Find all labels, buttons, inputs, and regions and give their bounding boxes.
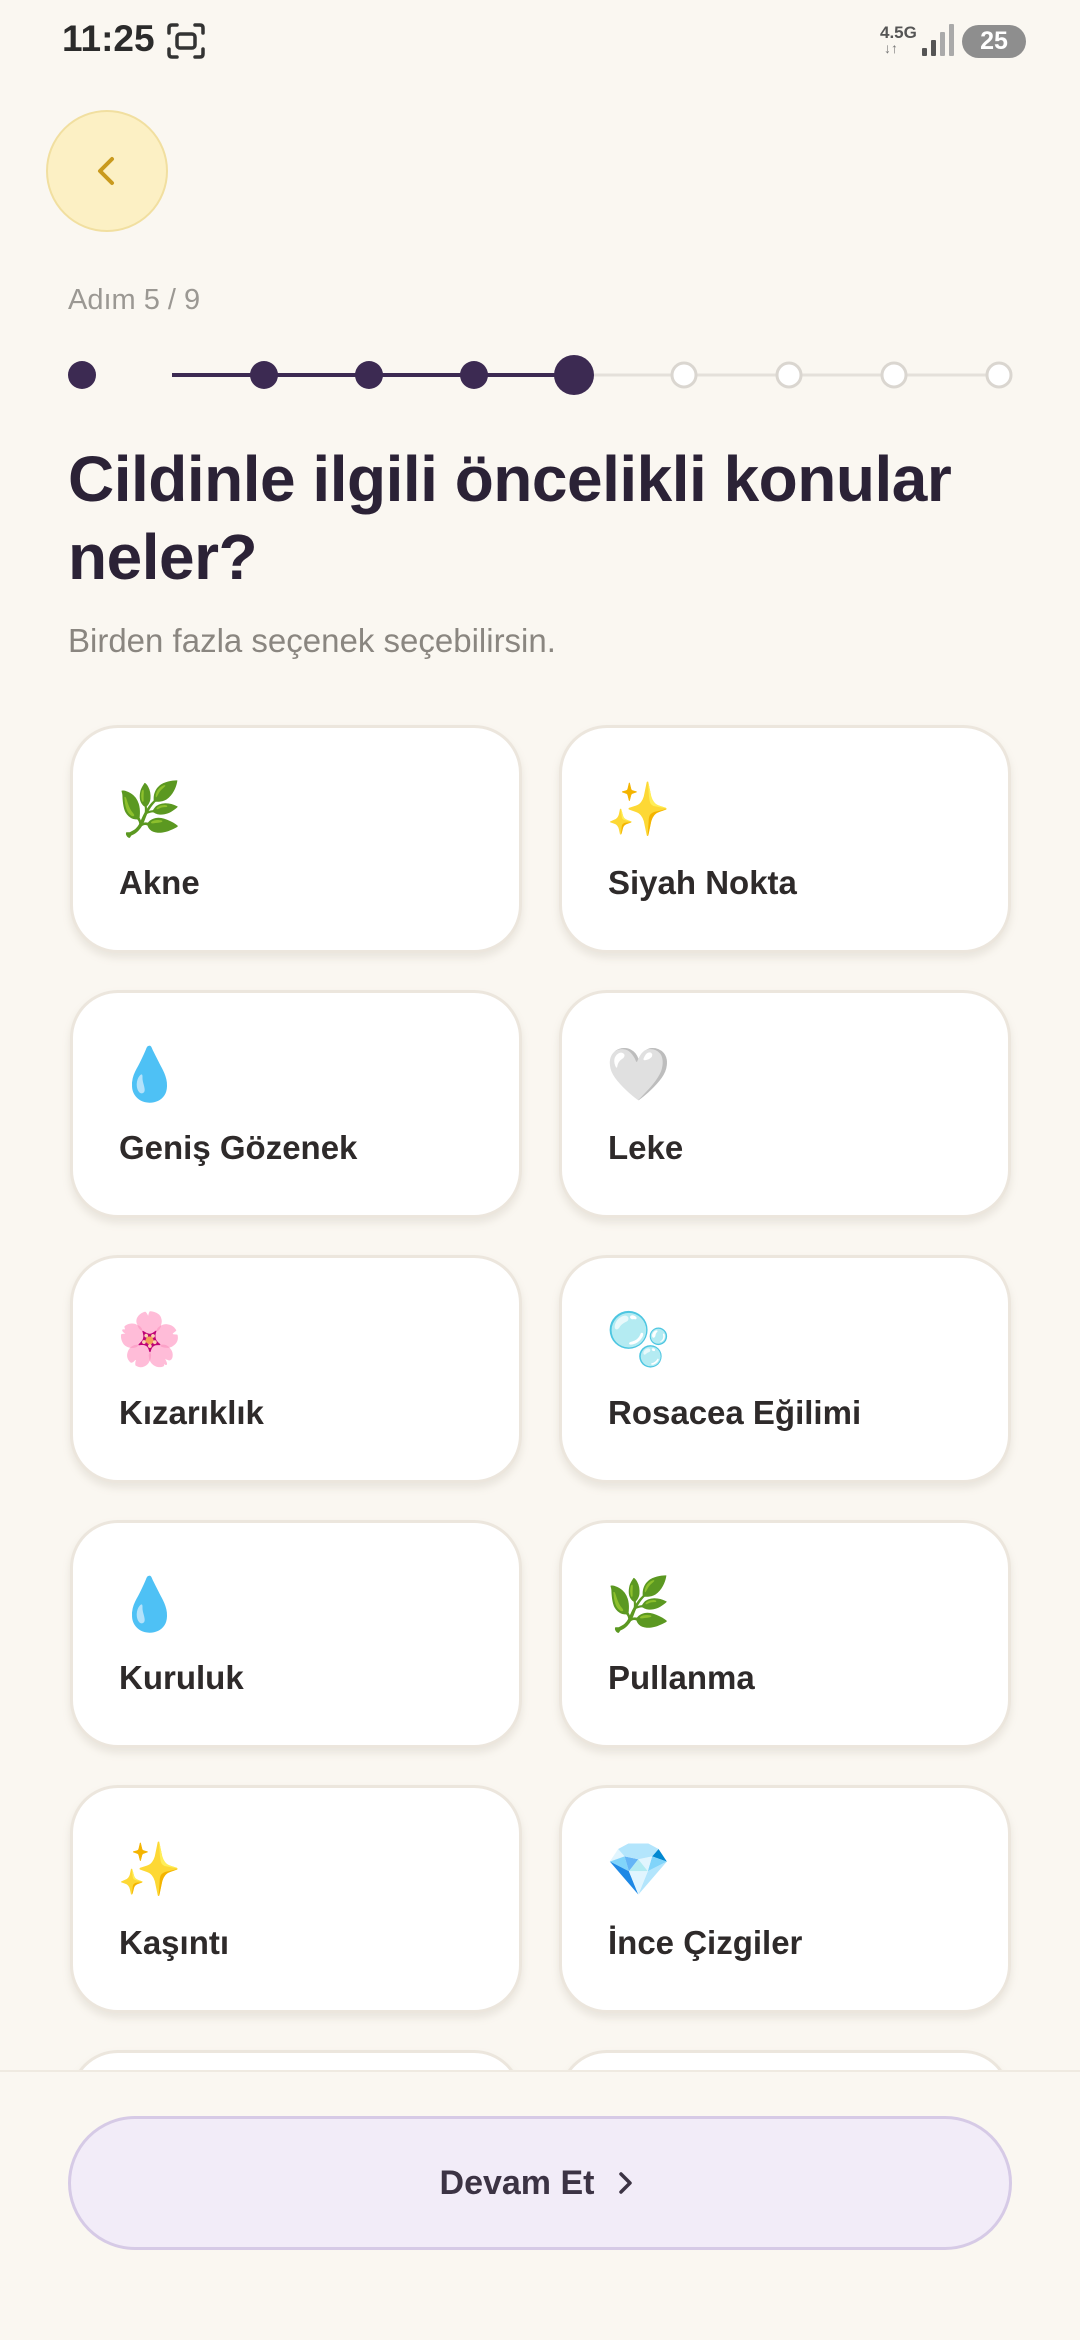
- page-title: Cildinle ilgili öncelikli konular neler?: [68, 443, 952, 593]
- step-label: Adım 5 / 9: [68, 284, 201, 316]
- option-card[interactable]: 🫧 Rosacea Eğilimi: [559, 1255, 1011, 1483]
- option-card[interactable]: [70, 2050, 522, 2070]
- option-card[interactable]: 💧 Geniş Gözenek: [70, 990, 522, 1218]
- chevron-right-icon: [619, 2172, 633, 2194]
- progress-dot-complete: [68, 361, 96, 389]
- chevron-left-icon: [98, 157, 114, 185]
- step-progress: [68, 355, 1013, 395]
- progress-dot-current: [554, 355, 594, 395]
- option-card[interactable]: 💧 Kuruluk: [70, 1520, 522, 1748]
- option-emoji-icon: ✨: [117, 1841, 182, 1899]
- option-emoji-icon: 🌿: [606, 1576, 671, 1634]
- option-label: Kaşıntı: [119, 1924, 230, 1961]
- progress-dot-complete: [250, 361, 278, 389]
- progress-dot-complete: [460, 361, 488, 389]
- page-subtitle: Birden fazla seçenek seçebilirsin.: [68, 622, 556, 659]
- option-label: Kızarıklık: [119, 1394, 264, 1431]
- progress-dot-complete: [355, 361, 383, 389]
- option-card[interactable]: [559, 2050, 1011, 2070]
- progress-dot-pending: [670, 361, 698, 389]
- option-label: Pullanma: [608, 1659, 755, 1696]
- option-card[interactable]: 🌸 Kızarıklık: [70, 1255, 522, 1483]
- option-label: Rosacea Eğilimi: [608, 1394, 862, 1431]
- bottom-bar: Devam Et: [0, 2070, 1080, 2340]
- onboarding-screen: 11:25 4.5G ↓↑ 25 🌿 Akne ✨ Siyah Nokta 💧 Geniş…: [0, 0, 1080, 2340]
- option-card[interactable]: ✨ Siyah Nokta: [559, 725, 1011, 953]
- option-emoji-icon: ✨: [606, 781, 671, 839]
- continue-label: Devam Et: [439, 2163, 595, 2202]
- option-emoji-icon: 🌿: [117, 781, 182, 839]
- back-button[interactable]: [46, 110, 168, 232]
- progress-dot-pending: [775, 361, 803, 389]
- option-label: Siyah Nokta: [608, 864, 797, 901]
- option-label: İnce Çizgiler: [608, 1924, 803, 1961]
- option-emoji-icon: 💧: [117, 1046, 182, 1104]
- option-card[interactable]: ✨ Kaşıntı: [70, 1785, 522, 2013]
- option-emoji-icon: 🤍: [606, 1046, 671, 1104]
- option-label: Geniş Gözenek: [119, 1129, 358, 1166]
- option-emoji-icon: 💧: [117, 1576, 182, 1634]
- option-label: Leke: [608, 1129, 684, 1166]
- option-label: Akne: [119, 864, 200, 901]
- option-card[interactable]: 🌿 Pullanma: [559, 1520, 1011, 1748]
- option-label: Kuruluk: [119, 1659, 244, 1696]
- option-card[interactable]: 🌿 Akne: [70, 725, 522, 953]
- option-emoji-icon: 💎: [606, 1841, 671, 1899]
- continue-button[interactable]: Devam Et: [68, 2116, 1012, 2250]
- progress-dot-pending: [880, 361, 908, 389]
- option-card[interactable]: 🤍 Leke: [559, 990, 1011, 1218]
- option-card[interactable]: 💎 İnce Çizgiler: [559, 1785, 1011, 2013]
- option-emoji-icon: 🌸: [117, 1311, 182, 1369]
- progress-dot-pending: [985, 361, 1013, 389]
- option-emoji-icon: 🫧: [606, 1311, 671, 1369]
